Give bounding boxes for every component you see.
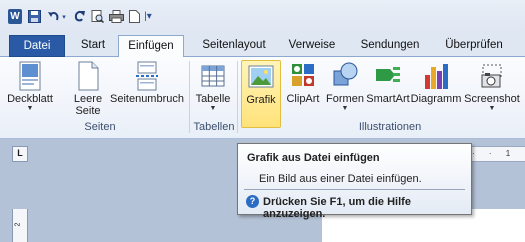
tooltip-divider [244,189,465,190]
print-icon[interactable] [108,9,124,24]
leere-seite-label-2: Seite [75,105,101,117]
grafik-button[interactable]: Grafik [241,60,281,128]
print-preview-icon[interactable] [90,9,104,24]
tab-seitenlayout[interactable]: Seitenlayout [194,35,274,57]
vertical-ruler[interactable]: 2 [12,209,28,242]
quick-access-toolbar: W ▾ |▾ [0,0,525,32]
tabelle-button[interactable]: Tabelle ▼ [193,61,233,113]
tab-selector[interactable]: L [12,146,28,162]
screenshot-label: Screenshot [464,93,520,105]
smartart-label: SmartArt [366,93,410,105]
table-icon [200,61,226,91]
seitenumbruch-label: Seitenumbruch [110,93,184,105]
tooltip: Grafik aus Datei einfügen Ein Bild aus e… [237,143,472,220]
save-icon[interactable] [27,9,41,24]
help-icon: ? [246,195,259,208]
smartart-button[interactable]: SmartArt [366,61,410,105]
shapes-icon [332,61,358,91]
undo-dropdown-icon[interactable]: ▾ [60,9,68,24]
chevron-down-icon: ▼ [209,105,217,112]
cover-page-icon [17,61,43,91]
blank-page-icon [75,61,101,91]
redo-icon[interactable] [72,9,86,24]
clipart-label: ClipArt [286,93,320,105]
diagramm-label: Diagramm [410,93,462,105]
customize-qat-icon[interactable]: |▾ [143,9,153,24]
new-document-icon[interactable] [128,9,140,24]
word-logo-icon[interactable]: W [8,9,22,24]
undo-icon[interactable] [46,9,60,24]
group-label-tabellen: Tabellen [193,121,235,133]
camera-icon [479,61,505,91]
tab-einfuegen[interactable]: Einfügen [118,35,184,58]
grafik-label: Grafik [246,94,276,106]
chevron-down-icon: ▼ [26,105,34,112]
page-break-icon [134,61,160,91]
chevron-down-icon: ▼ [341,105,349,112]
screenshot-button[interactable]: Screenshot ▼ [463,61,521,113]
deckblatt-button[interactable]: Deckblatt ▼ [6,61,54,113]
group-separator [237,61,238,133]
formen-label: Formen [326,93,364,105]
smartart-icon [375,61,401,91]
formen-button[interactable]: Formen ▼ [324,61,366,113]
seitenumbruch-button[interactable]: Seitenumbruch [108,61,186,105]
tooltip-description: Ein Bild aus einer Datei einfügen. [259,173,422,185]
tooltip-help-text: Drücken Sie F1, um die Hilfe anzuzeigen. [263,196,411,220]
tabelle-label: Tabelle [195,93,231,105]
tab-ueberpruefen[interactable]: Überprüfen [434,35,514,57]
tab-sendungen[interactable]: Sendungen [352,35,428,57]
leere-seite-label-1: Leere [73,93,103,105]
tooltip-title: Grafik aus Datei einfügen [247,152,380,164]
chart-icon [423,61,449,91]
group-label-seiten: Seiten [84,121,116,133]
leere-seite-button[interactable]: Leere Seite [72,61,104,117]
ruler-mark: 2 [14,222,22,227]
diagramm-button[interactable]: Diagramm [411,61,461,105]
chevron-down-icon: ▼ [488,105,496,112]
tab-datei[interactable]: Datei [9,35,65,57]
ribbon-tab-bar: Datei Start Einfügen Seitenlayout Verwei… [0,32,525,58]
ribbon-panel: Deckblatt ▼ Leere Seite Seitenumbruch Se… [0,57,525,139]
tab-start[interactable]: Start [70,35,116,57]
group-label-illustrationen: Illustrationen [358,121,422,133]
picture-icon [248,62,274,92]
clipart-button[interactable]: ClipArt [284,61,322,105]
deckblatt-label: Deckblatt [7,93,53,105]
clipart-icon [290,61,316,91]
horizontal-ruler[interactable]: · · 1 [468,146,525,162]
group-separator [189,61,190,133]
tab-verweise[interactable]: Verweise [280,35,344,57]
